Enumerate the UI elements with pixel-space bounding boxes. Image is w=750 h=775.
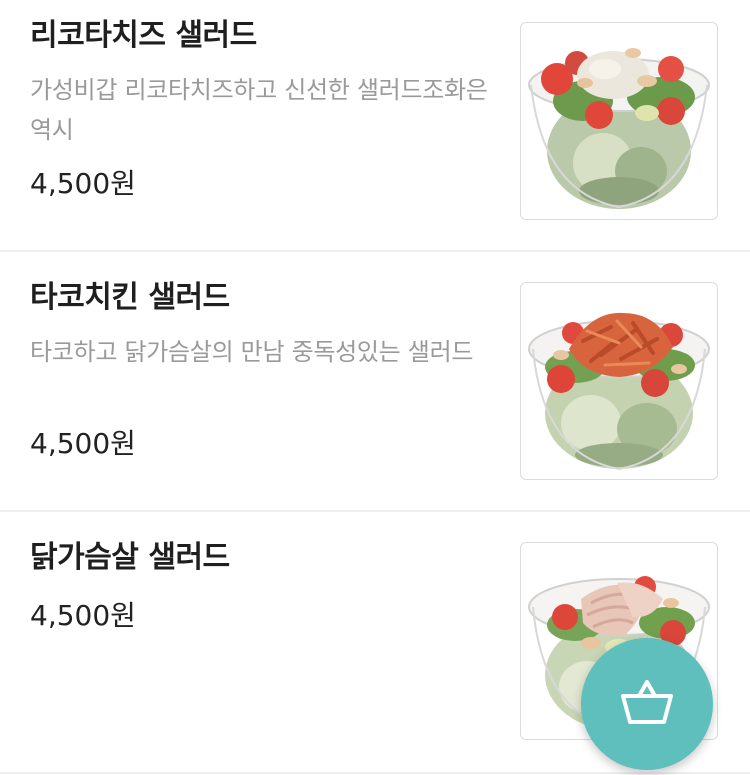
menu-item-description: 타코하고 닭가슴살의 만남 중독성있는 샐러드	[30, 338, 474, 366]
menu-item-name: 닭가슴살 샐러드	[30, 540, 230, 575]
taco-chicken-salad-image[interactable]	[520, 282, 718, 480]
cart-button[interactable]	[581, 638, 713, 770]
menu-item-price: 4,500원	[30, 427, 136, 460]
ricotta-salad-image[interactable]	[520, 22, 718, 220]
menu-item-name: 리코타치즈 샐러드	[30, 18, 257, 53]
menu-item[interactable]: 타코치킨 샐러드 타코하고 닭가슴살의 만남 중독성있는 샐러드 4,500원	[0, 252, 750, 512]
menu-item-price: 4,500원	[30, 599, 136, 632]
menu-item-price: 4,500원	[30, 167, 136, 200]
menu-item-name: 타코치킨 샐러드	[30, 280, 230, 315]
menu-item-description: 가성비갑 리코타치즈하고 신선한 샐러드조화은 역시	[30, 76, 488, 144]
menu-item[interactable]: 리코타치즈 샐러드 가성비갑 리코타치즈하고 신선한 샐러드조화은 역시 4,5…	[0, 0, 750, 252]
basket-icon	[619, 678, 675, 730]
